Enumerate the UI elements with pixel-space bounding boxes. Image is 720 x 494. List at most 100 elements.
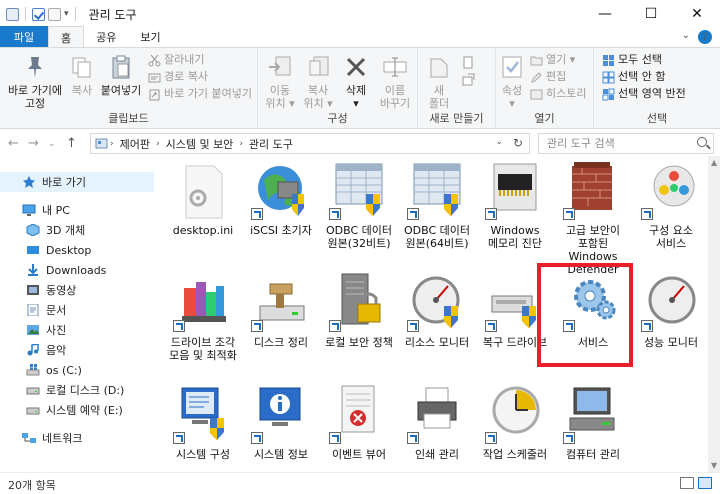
cut-button[interactable]: 잘라내기 bbox=[148, 52, 204, 68]
file-item[interactable]: 이벤트 뷰어 bbox=[321, 384, 397, 472]
easy-access-icon[interactable] bbox=[462, 73, 475, 86]
history-button[interactable]: 히스토리 bbox=[530, 86, 586, 102]
nav-item-downloads[interactable]: Downloads bbox=[0, 260, 154, 280]
shortcut-arrow-icon bbox=[485, 432, 497, 444]
chevron-right-icon[interactable]: › bbox=[108, 139, 116, 149]
help-icon[interactable]: ? bbox=[698, 30, 712, 44]
new-folder-button[interactable]: 새 폴더 bbox=[424, 53, 454, 110]
details-view-icon[interactable] bbox=[680, 477, 694, 489]
large-icons-view-icon[interactable] bbox=[698, 477, 712, 489]
open-group: 속성 ▾ 열기 ▾ 편집 히스토리 열기 bbox=[496, 48, 594, 128]
close-button[interactable]: ✕ bbox=[674, 0, 720, 28]
shortcut-arrow-icon bbox=[407, 320, 419, 332]
minimize-button[interactable]: — bbox=[582, 0, 628, 28]
file-item[interactable]: 시스템 구성 bbox=[165, 384, 241, 472]
nav-item-drive-c[interactable]: os (C:) bbox=[0, 360, 154, 380]
tab-view[interactable]: 보기 bbox=[128, 26, 172, 48]
new-folder-icon[interactable] bbox=[48, 7, 61, 21]
window-controls: — ☐ ✕ bbox=[582, 0, 720, 28]
shortcut-arrow-icon bbox=[563, 208, 575, 220]
video-icon bbox=[26, 284, 40, 296]
properties-button[interactable]: 속성 ▾ bbox=[498, 53, 526, 110]
recent-dropdown-icon[interactable]: ⌄ bbox=[48, 139, 56, 149]
delete-button[interactable]: 삭제 ▾ bbox=[342, 53, 370, 110]
file-item[interactable]: desktop.ini bbox=[165, 160, 241, 270]
file-item[interactable]: 성능 모니터 bbox=[633, 272, 709, 382]
file-item[interactable]: 인쇄 관리 bbox=[399, 384, 475, 472]
file-item[interactable]: 드라이브 조각 모음 및 최적화 bbox=[165, 272, 241, 382]
computer-icon bbox=[22, 204, 36, 216]
nav-item-documents[interactable]: 문서 bbox=[0, 300, 154, 320]
nav-item-3d-objects[interactable]: 3D 개체 bbox=[0, 220, 154, 240]
nav-item-this-pc[interactable]: 내 PC bbox=[0, 200, 154, 220]
file-item[interactable]: 시스템 정보 bbox=[243, 384, 319, 472]
paste-icon bbox=[107, 53, 135, 81]
tab-share[interactable]: 공유 bbox=[84, 26, 128, 48]
properties-check-icon[interactable] bbox=[32, 7, 45, 21]
file-item[interactable]: 구성 요소 서비스 bbox=[633, 160, 709, 270]
chevron-right-icon[interactable]: › bbox=[237, 139, 245, 149]
scroll-down-icon[interactable]: ▼ bbox=[711, 461, 717, 470]
forward-arrow-icon[interactable]: → bbox=[28, 136, 39, 151]
nav-item-drive-d[interactable]: 로컬 디스크 (D:) bbox=[0, 380, 154, 400]
move-to-button[interactable]: 이동 위치 ▾ bbox=[264, 53, 296, 110]
app-icon[interactable] bbox=[6, 7, 19, 21]
rename-icon bbox=[381, 53, 409, 81]
copy-to-button[interactable]: 복사 위치 ▾ bbox=[300, 53, 336, 110]
search-input[interactable]: 관리 도구 검색 bbox=[538, 133, 714, 154]
address-row: ← → ⌄ ↑ › 제어판 › 시스템 및 보안 › 관리 도구 ⌄ ↻ 관리 … bbox=[0, 129, 720, 157]
nav-item-music[interactable]: 음악 bbox=[0, 340, 154, 360]
nav-item-videos[interactable]: 동영상 bbox=[0, 280, 154, 300]
select-none-button[interactable]: 선택 안 함 bbox=[602, 69, 665, 85]
edit-button[interactable]: 편집 bbox=[530, 69, 566, 85]
nav-item-quick-access[interactable]: 바로 가기 bbox=[0, 172, 154, 192]
clipboard-group-label: 클립보드 bbox=[108, 112, 149, 125]
select-all-icon bbox=[602, 54, 615, 67]
file-item[interactable]: 컴퓨터 관리 bbox=[555, 384, 631, 472]
select-all-button[interactable]: 모두 선택 bbox=[602, 52, 662, 68]
back-arrow-icon[interactable]: ← bbox=[8, 136, 19, 151]
file-item[interactable]: 디스크 정리 bbox=[243, 272, 319, 382]
new-item-icon[interactable] bbox=[462, 56, 475, 69]
shortcut-arrow-icon bbox=[251, 320, 263, 332]
invert-selection-button[interactable]: 선택 영역 반전 bbox=[602, 86, 686, 102]
file-item[interactable]: Windows 메모리 진단 bbox=[477, 160, 553, 270]
maximize-button[interactable]: ☐ bbox=[628, 0, 674, 28]
breadcrumb-system-security[interactable]: 시스템 및 보안 bbox=[162, 136, 238, 152]
status-bar: 20개 항목 bbox=[0, 472, 720, 494]
copy-button[interactable]: 복사 bbox=[68, 53, 96, 97]
nav-item-drive-e[interactable]: 시스템 예약 (E:) bbox=[0, 400, 154, 420]
file-item[interactable]: iSCSI 초기자 bbox=[243, 160, 319, 270]
ribbon-expand-icon[interactable]: ⌄ bbox=[682, 30, 690, 44]
tab-home[interactable]: 홈 bbox=[48, 26, 85, 48]
scroll-up-icon[interactable]: ▲ bbox=[711, 158, 717, 167]
nav-item-desktop[interactable]: Desktop bbox=[0, 240, 154, 260]
paste-button[interactable]: 붙여넣기 bbox=[100, 53, 142, 97]
nav-item-network[interactable]: 네트워크 bbox=[0, 428, 154, 448]
shortcut-arrow-icon bbox=[407, 432, 419, 444]
clipboard-group: 바로 가기에 고정 복사 붙여넣기 잘라내기 경로 복사 바로 가기 붙여넣기 bbox=[0, 48, 258, 128]
address-dropdown-icon[interactable]: ⌄ bbox=[495, 137, 503, 147]
file-item[interactable]: 작업 스케줄러 bbox=[477, 384, 553, 472]
refresh-icon[interactable]: ↻ bbox=[513, 136, 523, 150]
paste-shortcut-button[interactable]: 바로 가기 붙여넣기 bbox=[148, 86, 252, 102]
customize-dropdown-icon[interactable]: ▾ bbox=[64, 9, 69, 19]
file-item[interactable]: ODBC 데이터 원본(64비트) bbox=[399, 160, 475, 270]
file-item[interactable]: ODBC 데이터 원본(32비트) bbox=[321, 160, 397, 270]
tab-file[interactable]: 파일 bbox=[0, 26, 48, 48]
chevron-right-icon[interactable]: › bbox=[154, 139, 162, 149]
address-bar[interactable]: › 제어판 › 시스템 및 보안 › 관리 도구 ⌄ ↻ bbox=[90, 133, 530, 154]
new-group-label: 새로 만들기 bbox=[429, 112, 484, 125]
pin-quick-access-button[interactable]: 바로 가기에 고정 bbox=[4, 53, 66, 110]
file-item[interactable]: 로컬 보안 정책 bbox=[321, 272, 397, 382]
breadcrumb-admin-tools[interactable]: 관리 도구 bbox=[245, 136, 297, 152]
nav-item-pictures[interactable]: 사진 bbox=[0, 320, 154, 340]
file-item[interactable]: 리소스 모니터 bbox=[399, 272, 475, 382]
vertical-scrollbar[interactable]: ▲ ▼ bbox=[708, 156, 720, 472]
open-button[interactable]: 열기 ▾ bbox=[530, 52, 575, 68]
file-item[interactable]: 고급 보안이 포함된 Windows Defender bbox=[555, 160, 631, 276]
up-arrow-icon[interactable]: ↑ bbox=[66, 136, 77, 151]
breadcrumb-control-panel[interactable]: 제어판 bbox=[116, 136, 154, 152]
rename-button[interactable]: 이름 바꾸기 bbox=[376, 53, 414, 110]
copy-path-button[interactable]: 경로 복사 bbox=[148, 69, 208, 85]
